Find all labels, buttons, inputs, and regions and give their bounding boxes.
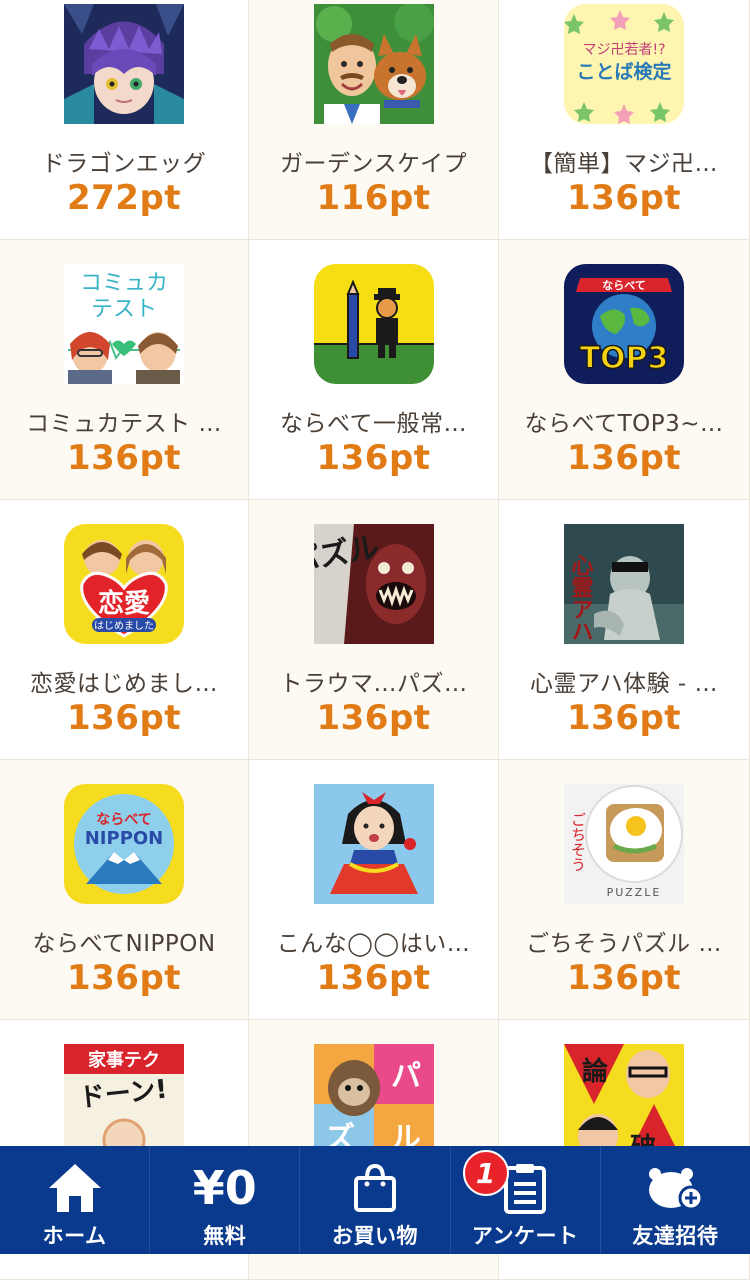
- app-points: 136pt: [66, 438, 182, 478]
- shopping-bag-icon: [343, 1160, 407, 1216]
- app-name: ガーデンスケイプ: [279, 151, 468, 177]
- app-name: 心霊アハ体験 - …: [529, 671, 718, 697]
- app-name: ならべて一般常…: [279, 411, 468, 437]
- app-name: 【簡単】マジ卍…: [530, 151, 718, 177]
- app-grid: ドラゴンエッグ 272pt ガーデンスケイプ 116pt マジ卍若者!? ことば…: [0, 0, 750, 1280]
- app-name: トラウマ…パズ…: [279, 671, 468, 697]
- app-name: コミュカテスト …: [26, 411, 222, 437]
- app-card[interactable]: ガーデンスケイプ 116pt: [249, 0, 499, 240]
- app-card[interactable]: ならべて TOP3 ならべてTOP3~… 136pt: [499, 240, 750, 500]
- app-card[interactable]: マジ卍若者!? ことば検定 【簡単】マジ卍… 136pt: [499, 0, 750, 240]
- app-name: ならべてTOP3~…: [524, 411, 724, 437]
- nav-home[interactable]: ホーム: [0, 1146, 151, 1254]
- app-points: 136pt: [66, 698, 182, 738]
- svg-text:パ: パ: [391, 1059, 421, 1094]
- nav-free-label: 無料: [203, 1224, 247, 1248]
- app-card[interactable]: コミュカ テスト コミュカテスト … 136pt: [0, 240, 249, 500]
- svg-text:テスト: テスト: [91, 297, 157, 322]
- app-points: 136pt: [66, 958, 182, 998]
- renai-icon: 恋愛 はじめました: [64, 524, 184, 644]
- app-name: 恋愛はじめまし…: [30, 671, 218, 697]
- app-points: 136pt: [566, 698, 682, 738]
- bottom-nav: ホーム ¥0 無料 お買い物 1 アンケート 友達招待: [0, 1146, 750, 1254]
- nav-invite[interactable]: 友達招待: [601, 1146, 750, 1254]
- home-icon: [43, 1160, 107, 1216]
- nav-survey[interactable]: 1 アンケート: [451, 1146, 601, 1254]
- svg-text:PUZZLE: PUZZLE: [607, 886, 662, 899]
- yen-icon: ¥0: [192, 1161, 257, 1215]
- gochisou-puzzle-icon: ごちそう PUZZLE: [564, 784, 684, 904]
- app-points: 272pt: [66, 178, 182, 218]
- app-card[interactable]: 心霊アハ 心霊アハ体験 - … 136pt: [499, 500, 750, 760]
- svg-text:NIPPON: NIPPON: [85, 828, 164, 849]
- nav-shopping-label: お買い物: [332, 1224, 418, 1248]
- svg-text:ならべて: ならべて: [602, 279, 646, 292]
- svg-text:論: 論: [582, 1056, 609, 1087]
- svg-text:はじめました: はじめました: [94, 620, 154, 632]
- nav-shopping[interactable]: お買い物: [300, 1146, 451, 1254]
- app-points: 136pt: [566, 178, 682, 218]
- app-card[interactable]: こんな◯◯はい… 136pt: [249, 760, 499, 1020]
- svg-text:家事テク: 家事テク: [88, 1049, 160, 1071]
- konna-icon: [313, 784, 434, 904]
- trauma-puzzle-icon: パズル: [313, 524, 434, 644]
- app-points: 136pt: [566, 958, 682, 998]
- app-points: 136pt: [316, 958, 431, 998]
- app-card[interactable]: ごちそう PUZZLE ごちそうパズル … 136pt: [499, 760, 750, 1020]
- svg-text:TOP3: TOP3: [580, 341, 669, 376]
- app-points: 116pt: [316, 178, 431, 218]
- gardenscapes-icon: [313, 4, 434, 124]
- app-name: ごちそうパズル …: [526, 931, 722, 957]
- svg-text:コミュカ: コミュカ: [80, 271, 168, 296]
- svg-text:ことば検定: ことば検定: [576, 60, 671, 83]
- survey-badge: 1: [462, 1150, 509, 1196]
- maji-kotoba-icon: マジ卍若者!? ことば検定: [564, 4, 684, 124]
- svg-text:ならべて: ならべて: [96, 812, 151, 828]
- app-name: ドラゴンエッグ: [41, 151, 207, 177]
- invite-friend-icon: [643, 1160, 707, 1216]
- svg-text:マジ卍若者!?: マジ卍若者!?: [582, 42, 665, 58]
- app-card[interactable]: ならべて NIPPON ならべてNIPPON 136pt: [0, 760, 249, 1020]
- nav-survey-label: アンケート: [471, 1224, 579, 1248]
- narabete-nippon-icon: ならべて NIPPON: [64, 784, 184, 904]
- shinrei-aha-icon: 心霊アハ: [564, 524, 684, 644]
- app-points: 136pt: [566, 438, 682, 478]
- nav-home-label: ホーム: [42, 1224, 107, 1248]
- svg-text:心霊アハ: 心霊アハ: [568, 554, 594, 642]
- svg-text:ごちそう: ごちそう: [569, 812, 587, 872]
- dragon-egg-icon: [64, 4, 184, 124]
- app-card[interactable]: 恋愛 はじめました 恋愛はじめまし… 136pt: [0, 500, 249, 760]
- app-card[interactable]: ドラゴンエッグ 272pt: [0, 0, 249, 240]
- comm-test-icon: コミュカ テスト: [64, 264, 184, 384]
- app-name: こんな◯◯はい…: [276, 931, 471, 957]
- app-card[interactable]: パズル トラウマ…パズ… 136pt: [249, 500, 499, 760]
- narabete-top3-icon: ならべて TOP3: [564, 264, 684, 384]
- narabete-general-icon: [313, 264, 434, 384]
- app-card[interactable]: ならべて一般常… 136pt: [249, 240, 499, 500]
- svg-text:恋愛: 恋愛: [98, 588, 150, 619]
- app-points: 136pt: [316, 698, 431, 738]
- nav-free[interactable]: ¥0 無料: [150, 1146, 301, 1254]
- app-name: ならべてNIPPON: [32, 931, 216, 957]
- app-points: 136pt: [316, 438, 431, 478]
- nav-invite-label: 友達招待: [632, 1224, 719, 1248]
